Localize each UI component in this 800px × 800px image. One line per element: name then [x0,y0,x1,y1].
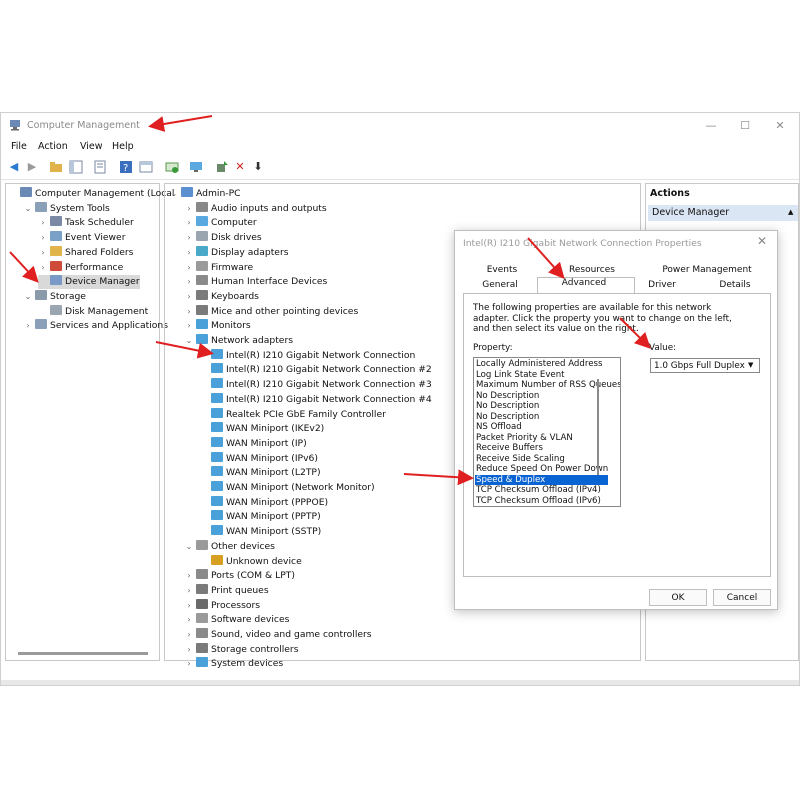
annotation-arrow-value [619,317,651,349]
annotation-arrow-device-manager [9,251,39,283]
annotation-arrow-speed-duplex [403,469,474,486]
annotation-arrow-advanced-tab [527,237,565,279]
annotation-arrows [9,115,651,486]
annotation-arrow-title [148,115,213,132]
annotation-arrow-intel-adapter [155,341,214,359]
